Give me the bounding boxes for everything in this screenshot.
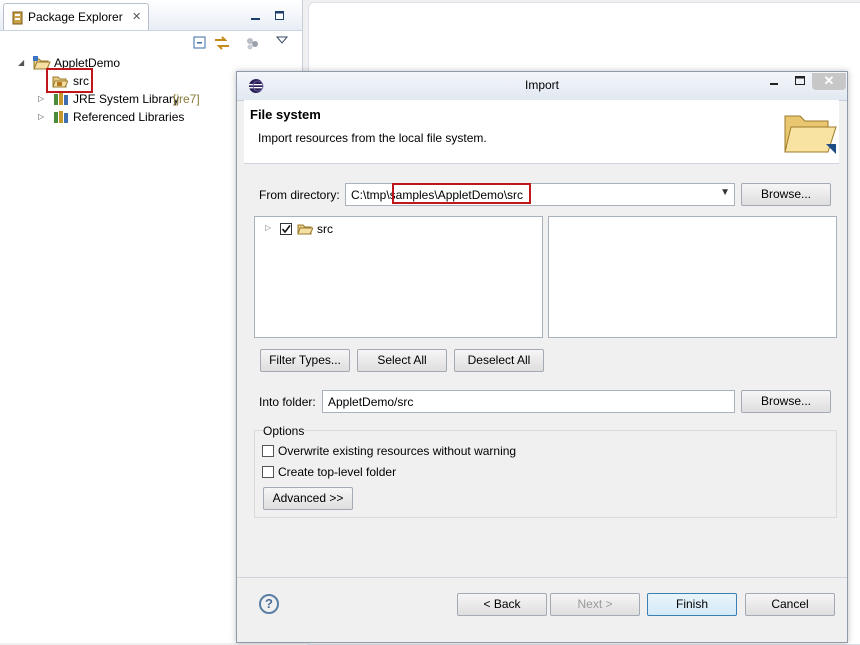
library-icon <box>53 110 69 129</box>
folder-icon <box>297 222 314 238</box>
package-explorer-toolbar <box>192 35 297 55</box>
folder-checkbox[interactable] <box>280 223 292 235</box>
package-explorer-tabbar: Package Explorer ✕ <box>0 0 302 31</box>
package-explorer-tab[interactable]: Package Explorer ✕ <box>3 3 149 30</box>
focus-on-workweek-icon[interactable] <box>244 35 262 53</box>
link-with-editor-icon[interactable] <box>213 35 231 53</box>
select-all-button[interactable]: Select All <box>357 349 447 372</box>
file-list-panel[interactable] <box>548 216 837 338</box>
close-icon[interactable]: ✕ <box>132 10 141 23</box>
into-folder-input[interactable]: AppletDemo/src <box>322 390 735 413</box>
package-explorer-tab-label: Package Explorer <box>28 10 123 24</box>
cancel-button[interactable]: Cancel <box>745 593 835 616</box>
dialog-title: Import <box>524 78 559 92</box>
create-top-level-checkbox[interactable] <box>262 466 274 478</box>
expanded-icon[interactable]: ◢ <box>18 54 28 72</box>
collapse-all-icon[interactable] <box>192 35 210 53</box>
options-legend: Options <box>263 424 305 438</box>
dialog-titlebar[interactable]: Import ✕ <box>237 72 847 101</box>
maximize-icon[interactable] <box>275 10 285 20</box>
footer-separator <box>237 577 847 578</box>
folder-tree-panel[interactable]: ▷ src <box>254 216 543 338</box>
overwrite-checkbox[interactable] <box>262 445 274 457</box>
browse-directory-button[interactable]: Browse... <box>741 183 831 206</box>
overwrite-label[interactable]: Overwrite existing resources without war… <box>278 444 516 458</box>
back-button[interactable]: < Back <box>457 593 547 616</box>
from-directory-label: From directory: <box>259 188 340 202</box>
advanced-button[interactable]: Advanced >> <box>263 487 353 510</box>
deselect-all-button[interactable]: Deselect All <box>454 349 544 372</box>
finish-button[interactable]: Finish <box>647 593 737 616</box>
into-folder-value: AppletDemo/src <box>328 395 414 409</box>
package-explorer-icon <box>12 11 24 28</box>
view-menu-icon[interactable] <box>275 35 294 53</box>
filter-types-button[interactable]: Filter Types... <box>260 349 350 372</box>
chevron-down-icon[interactable]: ▼ <box>720 187 730 198</box>
jre-version-decoration: [jre7] <box>173 92 200 106</box>
next-button[interactable]: Next > <box>550 593 640 616</box>
minimize-icon[interactable] <box>251 10 261 20</box>
folder-tree-item-label: src <box>317 222 333 236</box>
close-icon[interactable]: ✕ <box>812 73 846 90</box>
collapsed-icon[interactable]: ▷ <box>38 108 48 126</box>
maximize-icon[interactable] <box>794 74 806 92</box>
import-dialog: Import ✕ File system Import resources fr… <box>236 71 848 643</box>
minimize-icon[interactable] <box>769 74 781 92</box>
folder-icon <box>782 108 838 161</box>
referenced-libraries-label: Referenced Libraries <box>73 110 185 124</box>
create-top-level-label[interactable]: Create top-level folder <box>278 465 396 479</box>
jre-library-label: JRE System Library <box>73 92 180 106</box>
into-folder-label: Into folder: <box>259 395 316 409</box>
highlight-box-path <box>392 183 531 204</box>
wizard-page-description: Import resources from the local file sys… <box>258 131 487 145</box>
collapsed-icon[interactable]: ▷ <box>265 223 271 232</box>
collapsed-icon[interactable]: ▷ <box>38 90 48 108</box>
wizard-banner: File system Import resources from the lo… <box>244 100 839 164</box>
browse-folder-button[interactable]: Browse... <box>741 390 831 413</box>
wizard-page-title: File system <box>250 107 321 122</box>
help-icon[interactable]: ? <box>259 594 279 614</box>
